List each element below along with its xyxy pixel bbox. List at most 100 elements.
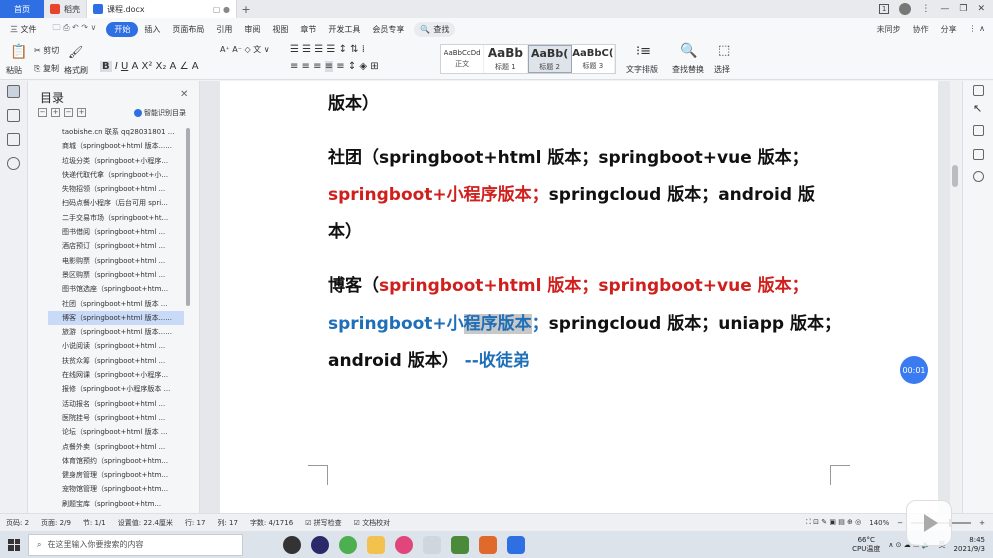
zoom-in-icon[interactable]: + (979, 519, 985, 527)
document-scrollbar[interactable] (950, 81, 960, 513)
proofread-button[interactable]: ☑ 文档校对 (348, 518, 397, 528)
tab-insert[interactable]: 插入 (138, 24, 166, 35)
restore-icon[interactable]: ❐ (959, 4, 967, 14)
select-button[interactable]: 选择 (714, 64, 730, 75)
share-button[interactable]: 分享 (941, 24, 957, 35)
toc-item[interactable]: 景区购票（springboot+html ... (48, 268, 184, 282)
toc-item[interactable]: 社团（springboot+html 版本 ... (48, 297, 184, 311)
menu-search[interactable]: 🔍 查找 (414, 21, 456, 37)
cpu-temp[interactable]: 66°C CPU温度 (852, 536, 880, 554)
app-icon[interactable] (283, 535, 301, 554)
toc-item[interactable]: 垃圾分类（springboot+小程序... (48, 154, 184, 168)
style-heading-2[interactable]: AaBb(标题 2 (527, 45, 572, 73)
tab-page-layout[interactable]: 页面布局 (166, 24, 210, 35)
toc-item[interactable]: 在线网课（springboot+小程序... (48, 368, 184, 382)
chrome-icon[interactable] (339, 535, 357, 554)
scrollbar-thumb[interactable] (952, 165, 958, 187)
toc-item[interactable]: 点餐外卖（springboot+html ... (48, 440, 184, 454)
toc-item[interactable]: 博客（springboot+html 版本...... (48, 310, 184, 326)
avatar[interactable] (899, 3, 912, 15)
style-normal[interactable]: AaBbCcDd 正文 (441, 45, 485, 73)
style-heading-3[interactable]: AaBbC(标题 3 (572, 45, 615, 73)
spell-check-button[interactable]: ☑ 拼写检查 (299, 518, 348, 528)
toc-panel-icon[interactable] (7, 85, 20, 98)
bookmark-icon[interactable] (7, 133, 20, 146)
more-icon[interactable]: ⋮ ∧ (969, 24, 985, 35)
toc-item[interactable]: 报修（springboot+小程序版本 ... (48, 382, 184, 396)
zoom-level[interactable]: 140% (869, 519, 889, 527)
toc-item[interactable]: taobishe.cn 联系 qq28031801 ... (48, 125, 184, 139)
zoom-out-icon[interactable]: − (897, 519, 903, 527)
pointer-icon[interactable]: ↖ (973, 103, 984, 114)
tab-chapter[interactable]: 章节 (294, 24, 322, 35)
view-mode-icons[interactable]: ⛶ ⊡ ✎ ▣ ▤ ⊕ ◎ (806, 518, 861, 527)
status-words[interactable]: 字数: 4/1716 (244, 518, 299, 528)
promote-icon[interactable]: + (77, 108, 86, 117)
toc-item[interactable]: 二手交易市场（springboot+ht... (48, 211, 184, 225)
toc-item[interactable]: 体育馆预约（springboot+htm... (48, 454, 184, 468)
toc-item[interactable]: 图书借阅（springboot+html ... (48, 225, 184, 239)
toc-item[interactable]: 商城（springboot+html 版本...... (48, 139, 184, 153)
toc-item[interactable]: 旅游（springboot+html 版本...... (48, 325, 184, 339)
smart-toc-button[interactable]: 智能识别目录 (134, 108, 186, 118)
toc-item[interactable]: 扫码点餐小程序（后台可用 spri... (48, 196, 184, 210)
expand-icon[interactable]: + (51, 108, 60, 117)
pages-icon[interactable] (7, 109, 20, 122)
menu-icon[interactable]: ⋮ (921, 4, 930, 14)
find-replace-icon[interactable]: 🔍 (680, 43, 697, 59)
toc-item[interactable]: 医院挂号（springboot+html ... (48, 411, 184, 425)
minimize-icon[interactable]: — (940, 4, 949, 14)
toc-item[interactable]: 宠物馆管理（springboot+htm... (48, 482, 184, 496)
recording-timer[interactable]: 00:01 (900, 356, 928, 384)
app-icon[interactable] (451, 535, 469, 554)
toc-item[interactable]: 健身房管理（springboot+htm... (48, 468, 184, 482)
play-button[interactable] (906, 500, 952, 546)
toc-item[interactable]: 电影购票（springboot+html ... (48, 254, 184, 268)
toc-item[interactable]: 刷题宝库（springboot+htm... (48, 497, 184, 510)
help-icon[interactable] (973, 171, 984, 182)
new-tab-button[interactable]: + (237, 3, 255, 16)
cut-button[interactable]: ✂ 剪切 (34, 45, 59, 56)
alignment-tools[interactable]: ≡ ≡ ≡ ≡ ≡ ↕ ◈ ⊞ (290, 61, 379, 72)
tab-start[interactable]: 开始 (106, 21, 139, 37)
pen-icon[interactable] (973, 125, 984, 136)
wps-icon[interactable] (507, 535, 525, 554)
app-icon[interactable] (423, 535, 441, 554)
close-icon[interactable]: ✕ (977, 4, 985, 14)
tab-view[interactable]: 视图 (266, 24, 294, 35)
menu-tools[interactable]: 🗀 ⎙ ↶ ↷ ∨ (43, 22, 107, 36)
toc-item[interactable]: 扶贫众筹（springboot+html ... (48, 354, 184, 368)
app-icon[interactable] (311, 535, 329, 554)
tab-review[interactable]: 审阅 (238, 24, 266, 35)
style-heading-1[interactable]: AaBb 标题 1 (484, 45, 528, 73)
start-button[interactable] (0, 538, 28, 551)
tab-developer[interactable]: 开发工具 (322, 24, 366, 35)
toc-item[interactable]: 小说阅读（springboot+html ... (48, 339, 184, 353)
collaborate-button[interactable]: 协作 (913, 24, 929, 35)
app-icon[interactable] (395, 535, 413, 554)
folder-icon[interactable] (367, 535, 385, 554)
toc-item[interactable]: 酒店预订（springboot+html ... (48, 239, 184, 253)
collapse-icon[interactable]: − (38, 108, 47, 117)
format-painter-button[interactable]: 格式刷 (64, 65, 88, 76)
scroll-up-icon[interactable] (973, 85, 984, 96)
file-menu[interactable]: 三 文件 (4, 24, 43, 35)
document-page[interactable] (220, 81, 938, 513)
home-tab[interactable]: 首页 (0, 0, 44, 18)
settings-sliders-icon[interactable] (973, 149, 984, 160)
toc-item[interactable]: 快递代取代拿（springboot+小... (48, 168, 184, 182)
toc-item[interactable]: 论坛（springboot+html 版本 ... (48, 425, 184, 439)
format-painter-icon[interactable]: 🖌 (68, 45, 83, 59)
search-icon[interactable] (7, 157, 20, 170)
text-layout-icon[interactable]: ⁝≡ (636, 44, 651, 59)
select-icon[interactable]: ⬚ (718, 43, 730, 58)
toc-item[interactable]: 活动报名（springboot+html ... (48, 397, 184, 411)
text-layout-button[interactable]: 文字排版 (626, 64, 658, 75)
tab-document[interactable]: 课程.docx ▢ ● (87, 0, 237, 18)
toc-item[interactable]: 图书馆选座（springboot+htm... (48, 282, 184, 296)
tab-references[interactable]: 引用 (210, 24, 238, 35)
paragraph-tools[interactable]: ☰ ☰ ☰ ☰ ↕ ⇅ ⁞ (290, 44, 365, 55)
close-icon[interactable]: ✕ (180, 89, 188, 100)
find-replace-button[interactable]: 查找替换 (672, 64, 704, 75)
tab-docer[interactable]: 稻壳 (44, 0, 87, 18)
